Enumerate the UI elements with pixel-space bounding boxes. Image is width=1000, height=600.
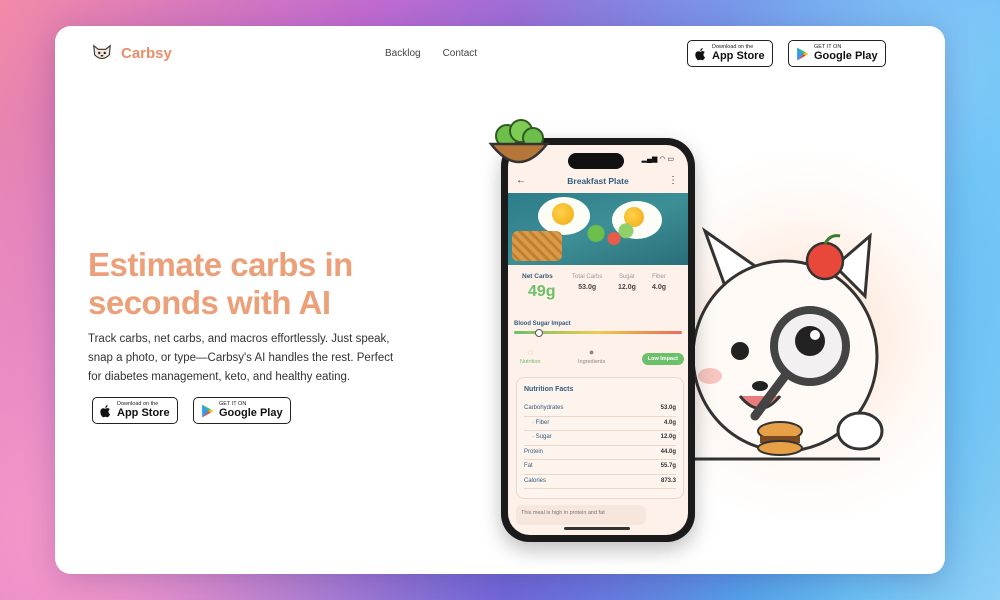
top-nav: Carbsy Backlog Contact Download on the A… — [55, 26, 945, 82]
salad-bowl-illustration — [488, 119, 550, 164]
google-play-icon — [202, 404, 214, 417]
more-menu-icon[interactable]: ⋮ — [668, 175, 678, 186]
fact-row-calories: Calories 873.3 — [524, 475, 676, 489]
phone-screen: ▂▄▆ ◠ ▭ ← Breakfast Plate ⋮ Net Carbs 49… — [508, 145, 688, 535]
phone-mockup: ▂▄▆ ◠ ▭ ← Breakfast Plate ⋮ Net Carbs 49… — [501, 138, 695, 542]
screen-title: Breakfast Plate — [567, 176, 629, 186]
nav-link-backlog[interactable]: Backlog — [385, 48, 421, 59]
dog-face-icon — [93, 44, 111, 60]
nav-links: Backlog Contact — [385, 48, 477, 59]
macro-sugar: Sugar 12.0g — [618, 274, 636, 291]
landing-card: Carbsy Backlog Contact Download on the A… — [55, 26, 945, 574]
apple-icon: ● — [588, 347, 595, 357]
impact-badge: Low Impact — [641, 353, 684, 365]
apple-icon — [100, 404, 111, 417]
nav-link-contact[interactable]: Contact — [443, 48, 477, 59]
macro-fiber: Fiber 4.0g — [652, 274, 667, 291]
nav-google-play-button[interactable]: GET IT ON Google Play — [788, 40, 886, 67]
nutrition-facts-card: Nutrition Facts Carbohydrates 53.0g · Fib… — [516, 377, 684, 499]
meal-note: This meal is high in protein and fat — [516, 505, 646, 525]
apple-icon — [695, 47, 706, 60]
hero-subtitle: Track carbs, net carbs, and macros effor… — [88, 333, 394, 383]
tab-nutrition[interactable]: ◌ Nutrition — [520, 347, 540, 365]
google-play-big-text: Google Play — [814, 50, 878, 63]
google-play-icon — [797, 47, 809, 60]
brand-logo[interactable]: Carbsy — [91, 42, 172, 64]
brand-name: Carbsy — [121, 44, 172, 62]
status-bar-icons: ▂▄▆ ◠ ▭ — [641, 156, 674, 163]
net-carbs-label: Net Carbs — [522, 273, 553, 280]
dog-mascot-illustration — [685, 227, 884, 461]
home-indicator — [564, 527, 630, 530]
fact-row-fat: Fat 55.7g — [524, 460, 676, 475]
leaf-icon: ◌ — [527, 347, 533, 357]
nav-app-store-button[interactable]: Download on the App Store — [687, 40, 773, 67]
nutrition-facts-title: Nutrition Facts — [524, 386, 574, 393]
fact-row-fiber: · Fiber 4.0g — [524, 417, 676, 431]
macro-total-carbs: Total Carbs 53.0g — [572, 274, 603, 291]
hero-app-store-button[interactable]: Download on the App Store — [92, 397, 178, 424]
dynamic-island — [568, 153, 624, 169]
app-store-big-text: App Store — [712, 50, 765, 63]
blood-sugar-bar — [514, 328, 682, 337]
fact-row-protein: Protein 44.0g — [524, 446, 676, 460]
hero-title: Estimate carbs in seconds with AI — [88, 246, 353, 321]
net-carbs-value: 49g — [528, 283, 556, 300]
food-photo — [508, 193, 688, 265]
fact-row-sugar: · Sugar 12.0g — [524, 431, 676, 446]
app-store-big-text: App Store — [117, 407, 170, 420]
tab-ingredients[interactable]: ● Ingredients — [578, 347, 605, 365]
fact-row-carbohydrates: Carbohydrates 53.0g — [524, 402, 676, 417]
hero-google-play-button[interactable]: GET IT ON Google Play — [193, 397, 291, 424]
blood-sugar-label: Blood Sugar Impact — [514, 321, 571, 327]
app-bar: ← Breakfast Plate ⋮ — [508, 175, 688, 191]
google-play-big-text: Google Play — [219, 407, 283, 420]
detail-tabs: ◌ Nutrition ● Ingredients Low Impact — [516, 347, 684, 373]
blood-sugar-indicator — [535, 328, 544, 337]
